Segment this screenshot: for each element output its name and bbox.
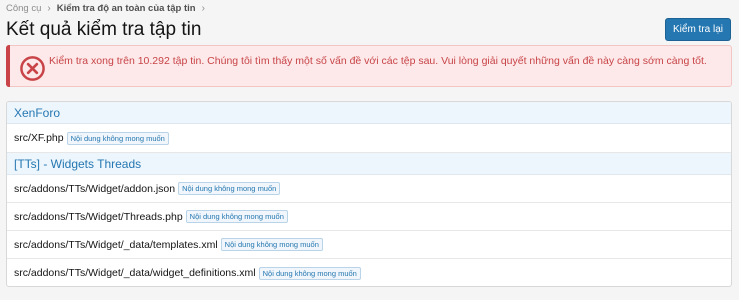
recheck-button[interactable]: Kiểm tra lại (664, 18, 731, 41)
page-title: Kết quả kiểm tra tập tin (6, 19, 202, 40)
file-path: src/XF.php (14, 132, 64, 144)
status-badge: Nội dung không mong muốn (220, 238, 323, 251)
file-row: src/addons/TTs/Widget/_data/widget_defin… (7, 259, 731, 286)
file-row: src/addons/TTs/Widget/addon.json Nội dun… (7, 175, 731, 203)
status-badge: Nội dung không mong muốn (178, 182, 281, 195)
alert-accent-bar (6, 45, 10, 87)
breadcrumb-item-tools[interactable]: Công cụ (6, 3, 41, 14)
group-header-tts-widgets-threads: [TTs] - Widgets Threads (7, 153, 731, 175)
breadcrumb-item-file-health-check[interactable]: Kiểm tra độ an toàn của tập tin (57, 3, 196, 14)
file-path: src/addons/TTs/Widget/_data/widget_defin… (14, 267, 256, 279)
results-block: XenForo src/XF.php Nội dung không mong m… (6, 101, 732, 287)
status-badge: Nội dung không mong muốn (258, 266, 361, 280)
chevron-right-icon: › (201, 3, 205, 14)
chevron-right-icon: › (47, 3, 51, 14)
file-path: src/addons/TTs/Widget/_data/templates.xm… (14, 238, 218, 251)
group-header-xenforo: XenForo (7, 102, 731, 124)
file-row: src/addons/TTs/Widget/Threads.php Nội du… (7, 203, 731, 231)
file-row: src/addons/TTs/Widget/_data/templates.xm… (7, 231, 731, 259)
file-row: src/XF.php Nội dung không mong muốn (7, 124, 731, 153)
status-badge: Nội dung không mong muốn (185, 210, 288, 223)
error-alert: Kiểm tra xong trên 10.292 tập tin. Chúng… (6, 45, 732, 87)
status-badge: Nội dung không mong muốn (66, 131, 169, 145)
file-path: src/addons/TTs/Widget/Threads.php (14, 210, 183, 223)
file-path: src/addons/TTs/Widget/addon.json (14, 182, 176, 195)
breadcrumb: Công cụ › Kiểm tra độ an toàn của tập ti… (6, 3, 205, 14)
alert-message: Kiểm tra xong trên 10.292 tập tin. Chúng… (49, 55, 707, 67)
error-circle-x-icon (20, 56, 45, 81)
